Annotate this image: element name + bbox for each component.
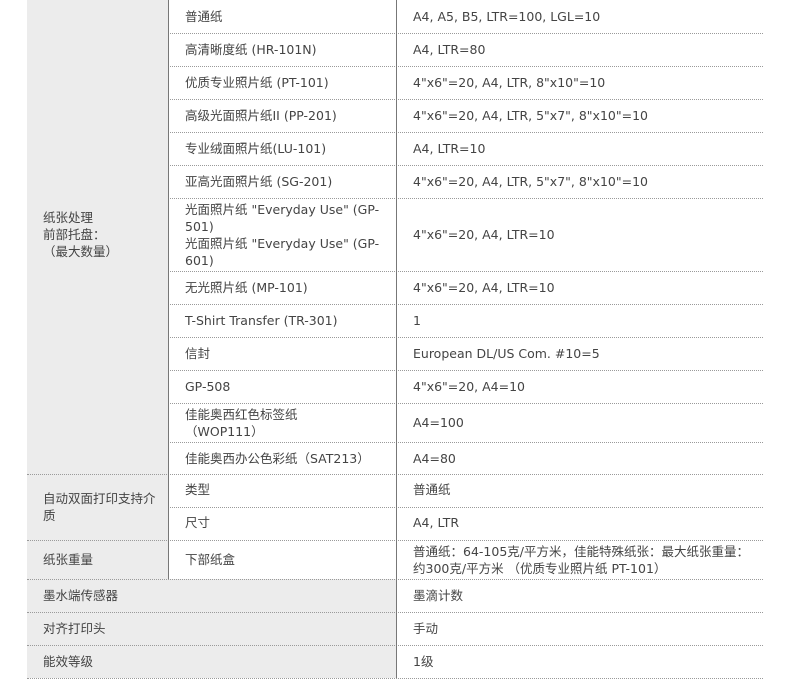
paper-type-cell: 普通纸 [185,9,223,24]
paper-capacity-cell: 4"x6"=20, A4, LTR, 5"x7", 8"x10"=10 [413,174,648,189]
paper-capacity-cell: 4"x6"=20, A4, LTR, 5"x7", 8"x10"=10 [413,108,648,123]
paper-type-cell: 佳能奥西办公色彩纸（SAT213） [185,450,370,466]
paper-capacity-cell: 4"x6"=20, A4=10 [413,379,526,394]
paper-type-cell: 亚高光面照片纸 (SG-201) [185,174,333,189]
duplex-item-value: A4, LTR [413,515,460,530]
paper-type-cell: GP-508 [185,379,231,394]
spec-table: 纸张处理 前部托盘： （最大数量） 普通纸 A4, A5, B5, LTR=100,… [27,0,763,687]
paper-capacity-cell: A4, LTR=10 [413,141,486,156]
paper-capacity-cell: 4"x6"=20, A4, LTR=10 [413,280,555,295]
paper-capacity-cell: A4=80 [413,450,456,466]
section-divider [27,678,763,679]
spec-row-label: 墨水端传感器 [43,588,119,603]
paper-type-cell: 信封 [185,346,211,361]
paper-type-cell: 高级光面照片纸II (PP-201) [185,108,337,123]
paper-type-cell: T-Shirt Transfer (TR-301) [185,313,338,328]
paper-type-cell: 佳能奥西红色标签纸 （WOP111） [185,406,298,439]
paper-capacity-cell: 4"x6"=20, A4, LTR, 8"x10"=10 [413,75,606,90]
duplex-category-label: 自动双面打印支持介 质 [43,491,156,523]
paper-capacity-cell: A4, LTR=80 [413,42,486,57]
spec-row-value: 手动 [413,621,439,636]
paper-capacity-cell: A4, A5, B5, LTR=100, LGL=10 [413,9,601,24]
paper-weight-item-label: 下部纸盒 [185,552,236,567]
duplex-item-label: 类型 [185,482,211,497]
duplex-item-label: 尺寸 [185,515,211,530]
paper-type-cell: 高清晰度纸 (HR-101N) [185,42,317,57]
paper-type-cell: 专业绒面照片纸(LU-101) [185,141,327,156]
paper-weight-item-value: 普通纸：64-105克/平方米，佳能特殊纸张：最大纸张重量： 约300克/平方米… [413,543,749,576]
spec-row-value: 墨滴计数 [413,588,464,603]
paper-type-cell: 优质专业照片纸 (PT-101) [185,75,329,90]
paper-type-cell: 无光照片纸 (MP-101) [185,280,308,295]
paper-capacity-cell: A4=100 [413,415,464,430]
paper-type-cell: 光面照片纸 "Everyday Use" (GP- 501) 光面照片纸 "Ev… [185,201,380,268]
spec-row-value: 1级 [413,654,434,669]
spec-row-label: 能效等级 [43,654,94,669]
paper-capacity-cell: 1 [413,313,421,328]
paper-handling-category-label: 纸张处理 前部托盘： （最大数量） [43,210,119,259]
duplex-item-value: 普通纸 [413,482,451,497]
spec-row-label: 对齐打印头 [43,621,106,636]
paper-capacity-cell: 4"x6"=20, A4, LTR=10 [413,227,555,242]
paper-weight-category-label: 纸张重量 [43,552,94,567]
paper-capacity-cell: European DL/US Com. #10=5 [413,346,600,361]
